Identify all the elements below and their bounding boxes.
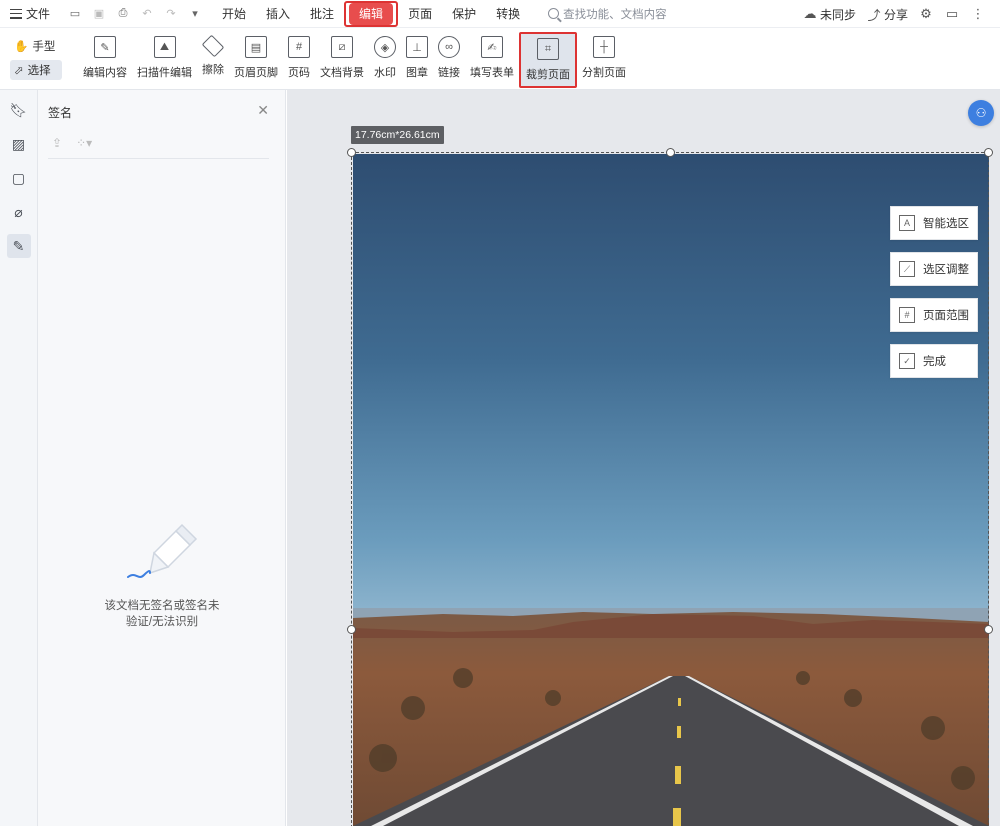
- tab-insert[interactable]: 插入: [256, 3, 300, 25]
- file-menu-label: 文件: [26, 7, 51, 21]
- ribbon-edit-content[interactable]: ✎ 编辑内容: [78, 34, 132, 86]
- header-footer-icon: ▤: [245, 36, 267, 58]
- share-label[interactable]: 分享: [884, 6, 908, 23]
- signature-options-icon[interactable]: ⁘▾: [76, 136, 92, 150]
- tab-home[interactable]: 开始: [212, 3, 256, 25]
- ribbon-link[interactable]: ∞ 链接: [433, 34, 465, 86]
- smart-selection-button[interactable]: A 智能选区: [890, 206, 978, 240]
- quick-access-toolbar: ▭ ▣ ⎙ ↶ ↷ ▾: [62, 7, 212, 21]
- tab-annotate[interactable]: 批注: [300, 3, 344, 25]
- crop-size-label: 17.76cm*26.61cm: [351, 126, 444, 144]
- cursor-icon: ⬀: [14, 65, 24, 77]
- ribbon-stamp[interactable]: ⊥ 图章: [401, 34, 433, 86]
- search-placeholder: 查找功能、文档内容: [563, 8, 667, 21]
- tool-mode-group: ✋ 手型 ⬀ 选择: [10, 36, 62, 80]
- tab-page[interactable]: 页面: [398, 3, 442, 25]
- ribbon-split-page[interactable]: ┼ 分割页面: [577, 34, 631, 86]
- crop-page-icon: ⌗: [537, 38, 559, 60]
- ribbon-scan-edit[interactable]: ⛰ 扫描件编辑: [132, 34, 197, 86]
- ribbon-eraser[interactable]: 擦除: [197, 34, 229, 86]
- bookmark-icon[interactable]: 🔖︎: [7, 98, 31, 122]
- ribbon-items: ✎ 编辑内容 ⛰ 扫描件编辑 擦除 ▤ 页眉页脚 # 页码 ⧄ 文档背景 ◈ 水印 ⊥ 图章 …: [78, 32, 631, 88]
- cloud-sync-icon[interactable]: ☁: [802, 6, 818, 22]
- link-icon: ∞: [438, 36, 460, 58]
- search-icon: [548, 8, 560, 19]
- adjust-selection-icon: ⟋: [899, 261, 915, 277]
- hand-tool-label: 手型: [32, 41, 56, 53]
- ribbon-page-number[interactable]: # 页码: [283, 34, 315, 86]
- file-menu[interactable]: 文件: [0, 5, 62, 22]
- smart-selection-icon: A: [899, 215, 915, 231]
- document-canvas[interactable]: 17.76cm*26.61cm A 智能选区 ⟋ 选区调整 # 页面范围 ✓ 完…: [287, 90, 1000, 826]
- hand-tool[interactable]: ✋ 手型: [10, 36, 62, 56]
- checkmark-icon: ✓: [899, 353, 915, 369]
- close-icon[interactable]: ✕: [257, 102, 269, 119]
- thumbnail-icon[interactable]: ▨: [7, 132, 31, 156]
- eraser-icon: [201, 34, 225, 58]
- crop-handle-middle-right[interactable]: [984, 625, 993, 634]
- settings-icon[interactable]: ⚙: [918, 6, 934, 22]
- adjust-selection-button[interactable]: ⟋ 选区调整: [890, 252, 978, 286]
- open-folder-icon[interactable]: ▭: [68, 7, 82, 21]
- doc-background-icon: ⧄: [331, 36, 353, 58]
- select-tool-label: 选择: [27, 65, 51, 77]
- crop-handle-top-right[interactable]: [984, 148, 993, 157]
- empty-state-text: 该文档无签名或签名未 验证/无法识别: [104, 600, 220, 628]
- ribbon-fill-form[interactable]: ✍ 填写表单: [465, 34, 519, 86]
- tab-protect[interactable]: 保护: [442, 3, 486, 25]
- ribbon-doc-background[interactable]: ⧄ 文档背景: [315, 34, 369, 86]
- panel-divider: [48, 158, 269, 159]
- select-tool[interactable]: ⬀ 选择: [10, 60, 62, 80]
- window-icon[interactable]: ▭: [944, 6, 960, 22]
- ribbon-crop-page[interactable]: ⌗ 裁剪页面: [519, 32, 577, 88]
- ribbon-toolbar: ✋ 手型 ⬀ 选择 ✎ 编辑内容 ⛰ 扫描件编辑 擦除 ▤ 页眉页脚 # 页码 ⧄ 文档背…: [0, 28, 1000, 90]
- tab-convert[interactable]: 转换: [486, 3, 530, 25]
- print-icon[interactable]: ⎙: [116, 7, 130, 21]
- hamburger-icon: [10, 8, 22, 19]
- redo-icon[interactable]: ↷: [164, 7, 178, 21]
- menu-bar: 文件 ▭ ▣ ⎙ ↶ ↷ ▾ 开始 插入 批注 编辑 页面 保护 转换 查找功能…: [0, 0, 1000, 28]
- share-icon[interactable]: ⤴: [866, 6, 882, 23]
- left-rail: 🔖︎ ▨ ▢ ⌀ ✎: [0, 90, 38, 826]
- page-range-button[interactable]: # 页面范围: [890, 298, 978, 332]
- panel-title: 签名: [48, 106, 73, 120]
- scan-edit-icon: ⛰: [153, 36, 176, 58]
- fill-form-icon: ✍: [481, 36, 503, 58]
- signature-icon[interactable]: ✎: [6, 234, 31, 258]
- watermark-icon: ◈: [374, 36, 396, 58]
- verify-icon[interactable]: ⇪: [52, 136, 62, 150]
- undo-icon[interactable]: ↶: [140, 7, 154, 21]
- crop-handle-top-center[interactable]: [666, 148, 675, 157]
- tab-edit[interactable]: 编辑: [349, 2, 394, 25]
- edit-content-icon: ✎: [94, 36, 116, 58]
- ribbon-watermark[interactable]: ◈ 水印: [369, 34, 401, 86]
- tab-edit-highlight: 编辑: [344, 0, 399, 27]
- page-number-icon: #: [288, 36, 310, 58]
- more-options-icon[interactable]: ⋮: [970, 6, 986, 22]
- signature-panel: 签名 ✕ ⇪ ⁘▾ 该文档无签名或签名未 验证/无法识别: [38, 90, 286, 826]
- panel-toolbar: ⇪ ⁘▾: [52, 136, 92, 150]
- customize-dropdown-icon[interactable]: ▾: [188, 7, 202, 21]
- sync-status[interactable]: 未同步: [820, 6, 856, 23]
- search-box[interactable]: 查找功能、文档内容: [548, 6, 667, 22]
- attachment-icon[interactable]: ⌀: [7, 200, 31, 224]
- save-icon[interactable]: ▣: [92, 7, 106, 21]
- crop-handle-top-left[interactable]: [347, 148, 356, 157]
- page-range-icon: #: [899, 307, 915, 323]
- assistant-fab-icon[interactable]: ⚇: [968, 100, 994, 126]
- comment-icon[interactable]: ▢: [7, 166, 31, 190]
- split-page-icon: ┼: [593, 36, 615, 58]
- ribbon-header-footer[interactable]: ▤ 页眉页脚: [229, 34, 283, 86]
- right-toolbar: ☁ 未同步 ⤴ 分享 ⚙ ▭ ⋮: [802, 0, 986, 28]
- done-button[interactable]: ✓ 完成: [890, 344, 978, 378]
- hand-icon: ✋: [14, 41, 29, 53]
- stamp-icon: ⊥: [406, 36, 428, 58]
- crop-handle-middle-left[interactable]: [347, 625, 356, 634]
- fountain-pen-illustration-icon: [127, 523, 198, 578]
- ribbon-tabs: 开始 插入 批注 编辑 页面 保护 转换: [212, 0, 530, 27]
